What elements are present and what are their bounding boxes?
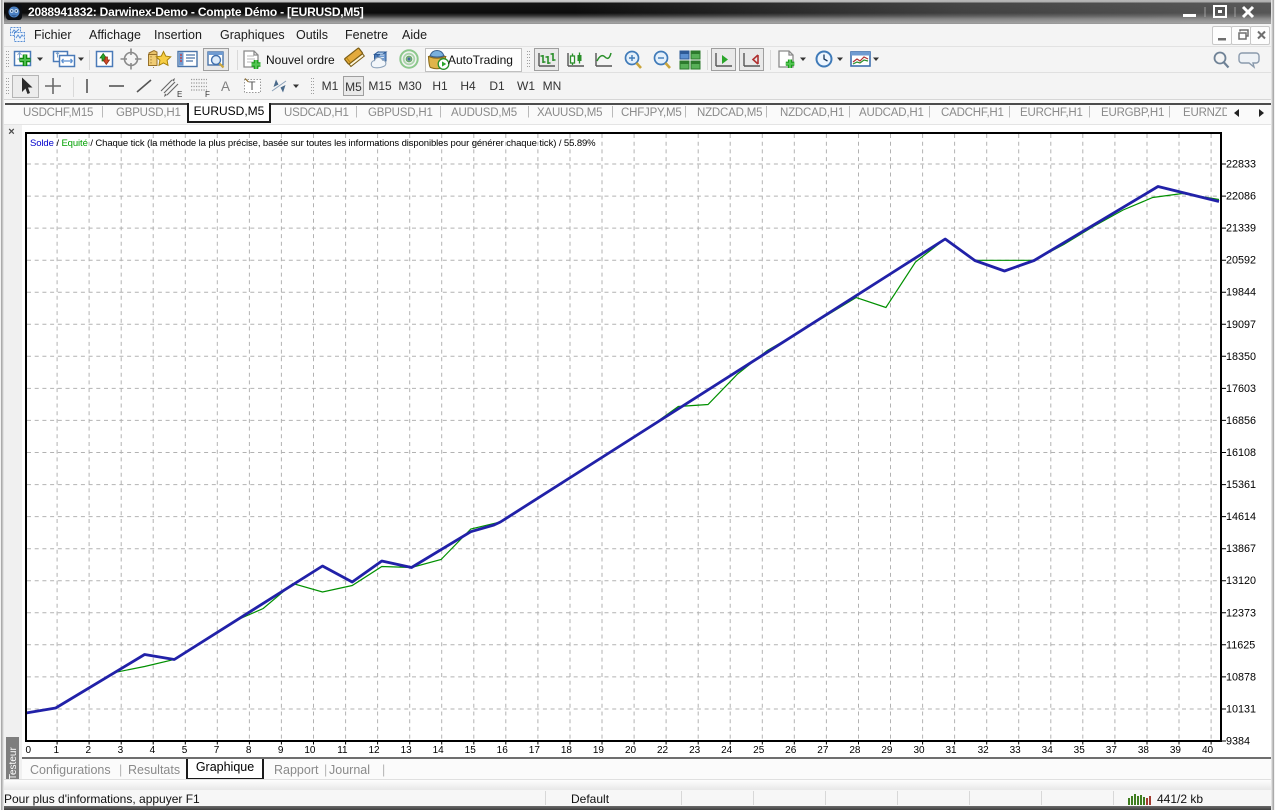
svg-text:12373: 12373 — [1226, 607, 1256, 619]
svg-text:15361: 15361 — [1226, 479, 1256, 491]
svg-text:26: 26 — [785, 745, 797, 756]
svg-text:38: 38 — [1138, 745, 1150, 756]
svg-text:4: 4 — [150, 745, 156, 756]
svg-text:18350: 18350 — [1226, 351, 1256, 363]
svg-text:Solde / Equité / Chaque tick (: Solde / Equité / Chaque tick (la méthode… — [30, 138, 596, 149]
svg-text:9: 9 — [278, 745, 284, 756]
svg-text:31: 31 — [945, 745, 957, 756]
svg-text:24: 24 — [721, 745, 733, 756]
svg-text:17: 17 — [529, 745, 541, 756]
svg-text:15: 15 — [465, 745, 477, 756]
svg-text:5: 5 — [182, 745, 188, 756]
svg-text:40: 40 — [1202, 745, 1214, 756]
svg-text:F: F — [205, 90, 210, 99]
svg-text:19097: 19097 — [1226, 319, 1256, 331]
svg-text:22086: 22086 — [1226, 191, 1256, 203]
svg-text:35: 35 — [1074, 745, 1086, 756]
svg-text:11625: 11625 — [1226, 639, 1255, 651]
svg-text:10878: 10878 — [1226, 671, 1256, 683]
svg-text:29: 29 — [881, 745, 893, 756]
svg-text:3: 3 — [118, 745, 124, 756]
svg-text:10: 10 — [304, 745, 316, 756]
svg-text:28: 28 — [849, 745, 861, 756]
svg-text:19: 19 — [593, 745, 605, 756]
svg-text:21339: 21339 — [1226, 223, 1256, 235]
svg-text:2: 2 — [86, 745, 92, 756]
svg-text:27: 27 — [817, 745, 829, 756]
svg-text:13: 13 — [401, 745, 413, 756]
svg-text:13120: 13120 — [1226, 575, 1256, 587]
svg-text:17603: 17603 — [1226, 383, 1256, 395]
svg-text:30: 30 — [913, 745, 925, 756]
svg-text:20592: 20592 — [1226, 255, 1256, 267]
svg-text:33: 33 — [1010, 745, 1022, 756]
svg-text:12: 12 — [368, 745, 380, 756]
svg-text:16856: 16856 — [1226, 415, 1256, 427]
svg-text:14614: 14614 — [1226, 511, 1256, 523]
svg-text:39: 39 — [1170, 745, 1182, 756]
svg-text:11: 11 — [337, 745, 348, 756]
svg-text:37: 37 — [1106, 745, 1118, 756]
svg-text:18: 18 — [561, 745, 573, 756]
svg-text:13867: 13867 — [1226, 543, 1256, 555]
svg-text:0: 0 — [25, 745, 31, 756]
svg-text:32: 32 — [978, 745, 990, 756]
svg-text:T: T — [249, 81, 256, 93]
svg-text:20: 20 — [625, 745, 637, 756]
svg-text:9384: 9384 — [1226, 736, 1250, 748]
svg-text:34: 34 — [1042, 745, 1054, 756]
svg-text:1: 1 — [54, 745, 60, 756]
svg-text:E: E — [177, 90, 182, 99]
svg-text:10131: 10131 — [1226, 704, 1256, 716]
svg-text:25: 25 — [753, 745, 765, 756]
svg-text:16108: 16108 — [1226, 447, 1256, 459]
svg-text:22833: 22833 — [1226, 159, 1256, 171]
svg-text:19844: 19844 — [1226, 287, 1256, 299]
svg-text:8: 8 — [246, 745, 252, 756]
svg-text:23: 23 — [689, 745, 701, 756]
svg-text:A: A — [221, 79, 230, 94]
svg-text:7: 7 — [214, 745, 220, 756]
svg-text:22: 22 — [657, 745, 669, 756]
svg-text:14: 14 — [433, 745, 445, 756]
svg-text:16: 16 — [497, 745, 509, 756]
